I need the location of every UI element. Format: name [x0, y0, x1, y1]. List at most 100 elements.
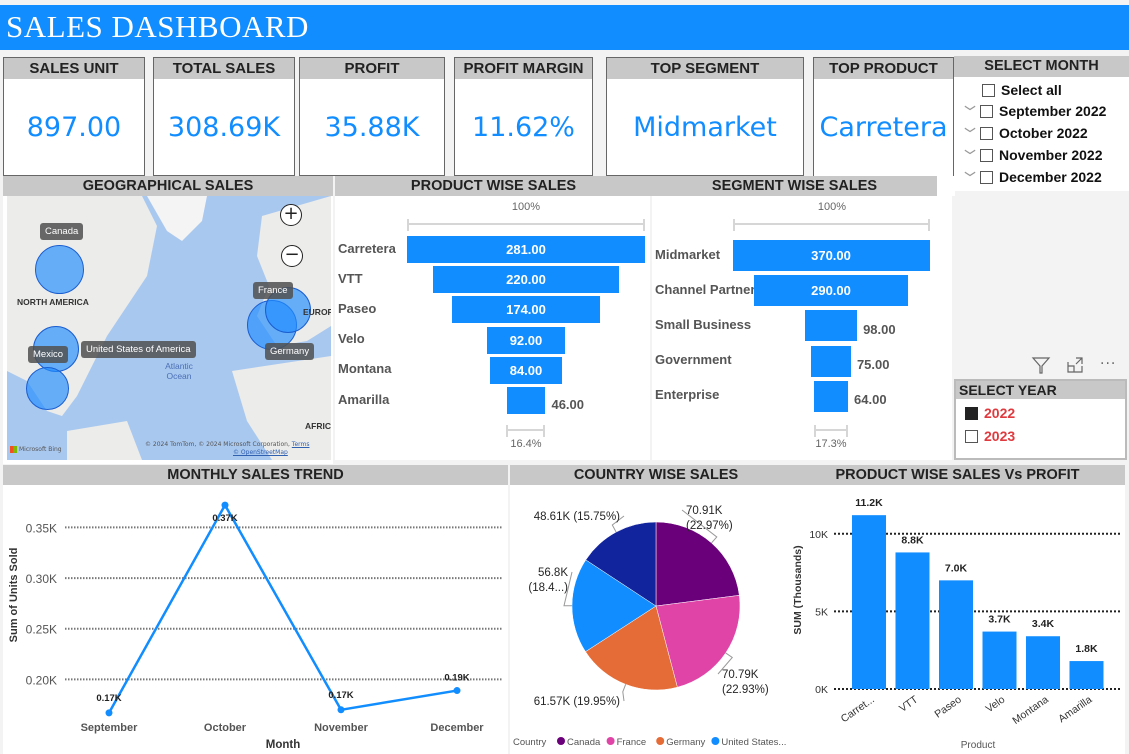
bar — [939, 580, 973, 689]
data-point — [337, 706, 345, 714]
slicer-item-october[interactable]: ﹀ October 2022 — [960, 123, 1088, 143]
checkbox[interactable] — [980, 170, 993, 184]
terms-link[interactable]: Terms — [292, 441, 310, 448]
slicer-item-2022[interactable]: 2022 — [965, 403, 1015, 423]
map-region-europe: EUROP — [303, 307, 331, 317]
funnel-bar[interactable]: 220.00 — [432, 266, 620, 294]
legend-item: Germany — [666, 737, 705, 748]
x-tick-label: Velo — [984, 694, 1008, 716]
kpi-value: Carretera — [819, 112, 948, 143]
chevron-down-icon[interactable]: ﹀ — [960, 103, 980, 119]
legend-title: Country — [513, 737, 547, 748]
funnel-bar[interactable] — [804, 310, 858, 342]
slicer-item-december[interactable]: ﹀ December 2022 — [960, 167, 1102, 187]
y-tick-label: 0.35K — [26, 521, 57, 535]
kpi-label: PROFIT — [300, 58, 444, 79]
slicer-item-september[interactable]: ﹀ September 2022 — [960, 101, 1107, 121]
y-axis-title: SUM (Thousands) — [792, 545, 804, 634]
x-tick-label: Paseo — [932, 694, 963, 721]
kpi-card-total-sales[interactable]: TOTAL SALES 308.69K — [153, 57, 295, 176]
map-zoom-out-button[interactable]: − — [281, 245, 303, 267]
funnel-bar[interactable] — [506, 387, 546, 414]
leader-line — [622, 684, 627, 702]
x-tick-label: December — [430, 722, 484, 734]
funnel-bar[interactable]: 281.00 — [407, 236, 645, 263]
data-label: 56.8K — [538, 567, 568, 579]
funnel-category-label: Channel Partners — [655, 281, 763, 297]
funnel-bar[interactable]: 290.00 — [753, 275, 909, 307]
osm-link[interactable]: © OpenStreetMap — [233, 449, 288, 456]
line-chart-title: MONTHLY SALES TREND — [3, 465, 508, 485]
funnel-bar[interactable]: 92.00 — [487, 326, 565, 354]
map-label-canada: Canada — [40, 223, 84, 240]
slicer-item-november[interactable]: ﹀ November 2022 — [960, 145, 1103, 165]
checkbox[interactable] — [965, 429, 978, 443]
funnel-bar[interactable]: 84.00 — [490, 356, 562, 384]
funnel-bar[interactable] — [813, 380, 849, 412]
checkbox[interactable] — [980, 126, 993, 140]
funnel-bar[interactable]: 370.00 — [732, 240, 930, 271]
kpi-card-profit-margin[interactable]: PROFIT MARGIN 11.62% — [454, 57, 593, 176]
data-label: 1.8K — [1075, 643, 1098, 655]
map-attribution: © 2024 TomTom, © 2024 Microsoft Corporat… — [145, 441, 309, 448]
kpi-card-sales-unit[interactable]: SALES UNIT 897.00 — [3, 57, 145, 176]
filter-icon[interactable] — [1031, 356, 1053, 374]
product-funnel-title: PRODUCT WISE SALES — [335, 176, 652, 196]
bubble-mexico[interactable] — [26, 367, 69, 410]
funnel-value-label: 64.00 — [854, 392, 887, 408]
kpi-value: 35.88K — [324, 112, 420, 143]
legend-item: Canada — [567, 737, 601, 748]
data-label: 0.37K — [212, 513, 237, 524]
map-ocean-label: Atlantic Ocean — [165, 361, 193, 381]
checkbox[interactable] — [982, 83, 995, 97]
map-region-africa: AFRIC — [305, 421, 331, 431]
checkbox-checked[interactable] — [965, 406, 978, 420]
dashboard-title-bar: SALES DASHBOARD — [0, 5, 1129, 50]
funnel-bar[interactable] — [811, 345, 851, 377]
slicer-item-label: Select all — [1001, 82, 1062, 98]
data-point — [221, 501, 229, 509]
year-slicer: SELECT YEAR 2022 2023 — [954, 379, 1127, 460]
funnel-category-label: Paseo — [338, 300, 377, 316]
data-point — [105, 709, 113, 717]
product-sales-profit-bar-chart: 0K 5K 10K 11.2K Carret... 8.8K VTT 7.0K Paseo 3.7… — [792, 497, 1122, 751]
checkbox[interactable] — [980, 148, 993, 162]
chevron-down-icon[interactable]: ﹀ — [960, 147, 980, 163]
x-axis-title: Product — [961, 740, 996, 751]
chevron-down-icon[interactable]: ﹀ — [960, 125, 980, 141]
map-label-france: France — [253, 282, 293, 299]
slicer-item-label: 2023 — [984, 428, 1016, 444]
map-zoom-in-button[interactable]: + — [280, 204, 302, 226]
slicer-select-all[interactable]: Select all — [982, 80, 1062, 100]
y-tick-label: 0.20K — [26, 673, 57, 687]
focus-mode-icon[interactable] — [1066, 356, 1086, 374]
funnel-category-label: Midmarket — [655, 246, 721, 262]
bubble-canada[interactable] — [35, 245, 84, 294]
kpi-label: TOTAL SALES — [154, 58, 294, 79]
data-label: 11.2K — [855, 497, 883, 509]
slicer-item-2023[interactable]: 2023 — [965, 426, 1015, 446]
geo-section-title: GEOGRAPHICAL SALES — [3, 176, 333, 196]
x-tick-label: November — [314, 722, 369, 734]
kpi-value: 897.00 — [26, 112, 122, 143]
funnel-category-label: Enterprise — [655, 387, 720, 403]
funnel-category-label: Velo — [338, 331, 365, 347]
funnel-category-label: Amarilla — [338, 391, 390, 407]
country-pie-chart: 70.91K (22.97%) 70.79K (22.93%) 61.57K (19.9… — [513, 505, 786, 748]
kpi-card-top-segment[interactable]: TOP SEGMENT Midmarket — [606, 57, 804, 176]
kpi-label: TOP PRODUCT — [814, 58, 953, 79]
pie-slice-canada — [655, 521, 740, 607]
kpi-card-top-product[interactable]: TOP PRODUCT Carretera — [813, 57, 954, 177]
pie-chart-title: COUNTRY WISE SALES — [510, 465, 802, 485]
slicer-item-label: December 2022 — [999, 169, 1102, 185]
chevron-down-icon[interactable]: ﹀ — [960, 169, 980, 185]
checkbox[interactable] — [980, 104, 993, 118]
funnel-bar[interactable]: 174.00 — [452, 296, 600, 324]
geo-map[interactable]: Canada United States of America Mexico F… — [7, 196, 331, 460]
funnel-top-percent: 100% — [511, 201, 541, 213]
funnel-category-label: VTT — [338, 270, 363, 286]
more-options-icon[interactable]: ··· — [1100, 356, 1122, 374]
data-label: (22.97%) — [686, 520, 733, 532]
kpi-value: 308.69K — [167, 112, 281, 143]
kpi-card-profit[interactable]: PROFIT 35.88K — [299, 57, 445, 176]
